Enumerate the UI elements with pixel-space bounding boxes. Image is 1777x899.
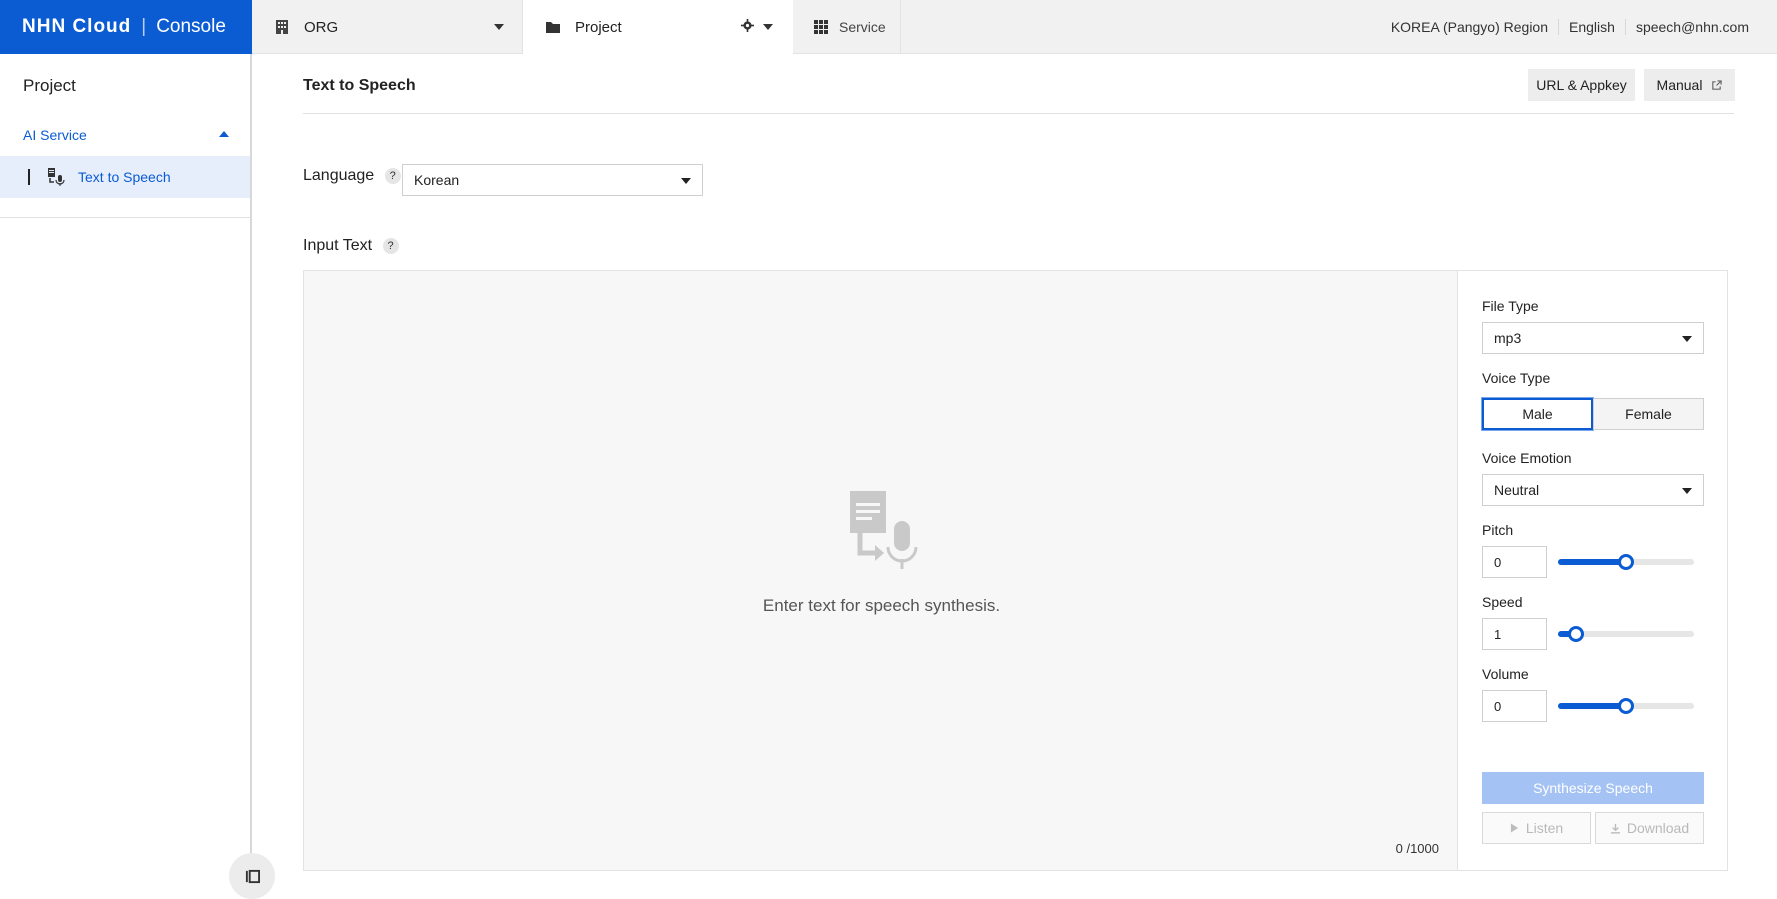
help-icon[interactable]: ? xyxy=(382,237,399,254)
file-type-select[interactable]: mp3 xyxy=(1482,322,1704,354)
speed-slider[interactable] xyxy=(1558,626,1694,642)
org-selector[interactable]: ORG xyxy=(252,0,523,54)
logo-separator: | xyxy=(141,16,147,37)
volume-slider-handle[interactable] xyxy=(1618,698,1634,714)
volume-label: Volume xyxy=(1482,666,1529,682)
input-placeholder: Enter text for speech synthesis. xyxy=(762,596,1001,615)
download-button[interactable]: Download xyxy=(1595,812,1704,844)
play-icon xyxy=(1510,823,1518,833)
speed-slider-handle[interactable] xyxy=(1567,626,1584,642)
settings-panel: File Type mp3 Voice Type Male Female Voi… xyxy=(1458,270,1728,871)
volume-input[interactable]: 0 xyxy=(1482,690,1547,722)
download-label: Download xyxy=(1626,820,1690,836)
input-text-label-row: Input Text ? xyxy=(303,237,399,255)
org-label: ORG xyxy=(304,18,339,36)
url-appkey-button[interactable]: URL & Appkey xyxy=(1528,69,1635,101)
file-type-label: File Type xyxy=(1482,298,1539,314)
help-icon[interactable]: ? xyxy=(384,167,401,184)
chevron-up-icon xyxy=(219,131,229,137)
volume-slider-fill xyxy=(1558,703,1626,709)
service-menu[interactable]: Service xyxy=(793,0,901,54)
external-link-icon xyxy=(1712,79,1723,90)
speed-input[interactable]: 1 xyxy=(1482,618,1547,650)
brand-name: NHN Cloud xyxy=(22,16,132,37)
volume-slider[interactable] xyxy=(1558,698,1694,714)
voice-female-button[interactable]: Female xyxy=(1593,398,1704,430)
listen-label: Listen xyxy=(1525,820,1564,836)
character-counter: 0 /1000 xyxy=(1395,841,1439,856)
grid-icon xyxy=(814,20,828,34)
voice-emotion-select[interactable]: Neutral xyxy=(1482,474,1704,506)
chevron-down-icon xyxy=(1682,488,1692,494)
header-divider xyxy=(303,113,1734,114)
pitch-slider-handle[interactable] xyxy=(1618,554,1634,570)
user-menu[interactable]: speech@nhn.com xyxy=(1624,19,1759,35)
pitch-input[interactable]: 0 xyxy=(1482,546,1547,578)
language-selector[interactable]: English xyxy=(1558,19,1625,35)
console-logo[interactable]: NHN Cloud | Console xyxy=(0,0,252,54)
tts-icon xyxy=(48,168,65,186)
placeholder-illustration xyxy=(304,489,1459,574)
sidebar-divider xyxy=(0,217,250,218)
manual-button[interactable]: Manual xyxy=(1644,69,1735,101)
folder-icon xyxy=(546,22,560,33)
chevron-down-icon[interactable] xyxy=(763,24,773,30)
sidebar-section-ai-service[interactable]: AI Service xyxy=(23,127,229,143)
chevron-down-icon xyxy=(681,178,691,184)
voice-emotion-value: Neutral xyxy=(1494,482,1540,498)
gear-icon[interactable] xyxy=(741,19,754,32)
pitch-label: Pitch xyxy=(1482,522,1514,538)
pitch-slider-fill xyxy=(1558,559,1626,565)
project-label: Project xyxy=(575,18,622,36)
sidebar-item-text-to-speech[interactable]: Text to Speech xyxy=(0,156,250,198)
manual-label: Manual xyxy=(1656,77,1703,93)
download-icon xyxy=(1610,823,1620,834)
active-indicator xyxy=(28,169,30,185)
file-type-value: mp3 xyxy=(1494,330,1522,346)
console-label: Console xyxy=(156,16,226,37)
building-icon xyxy=(276,20,288,34)
chevron-down-icon xyxy=(1682,336,1692,342)
synthesize-speech-button[interactable]: Synthesize Speech xyxy=(1482,772,1704,804)
sidebar: Project AI Service Text to Speech xyxy=(0,54,275,899)
language-label-row: Language ? xyxy=(303,167,401,185)
page-title: Text to Speech xyxy=(303,77,416,94)
project-selector[interactable]: Project xyxy=(523,0,793,54)
chevron-down-icon xyxy=(494,24,504,30)
tts-icon xyxy=(849,491,917,569)
sidebar-toggle-button[interactable] xyxy=(229,853,275,899)
input-textarea[interactable]: Enter text for speech synthesis. 0 /1000 xyxy=(303,270,1458,871)
top-bar: NHN Cloud | Console ORG Project Service … xyxy=(0,0,1777,54)
pitch-slider[interactable] xyxy=(1558,554,1694,570)
language-label: Language xyxy=(303,167,375,184)
listen-button[interactable]: Listen xyxy=(1482,812,1591,844)
voice-male-button[interactable]: Male xyxy=(1482,398,1593,430)
sidebar-section-label: AI Service xyxy=(23,127,87,143)
sidebar-toggle-icon xyxy=(245,869,260,883)
sidebar-title: Project xyxy=(23,76,76,95)
voice-type-label: Voice Type xyxy=(1482,370,1551,386)
service-label: Service xyxy=(839,19,886,35)
language-select[interactable]: Korean xyxy=(402,164,703,196)
voice-emotion-label: Voice Emotion xyxy=(1482,450,1572,466)
sidebar-item-label: Text to Speech xyxy=(78,169,171,185)
input-text-label: Input Text xyxy=(303,237,373,254)
region-selector[interactable]: KOREA (Pangyo) Region xyxy=(1381,19,1558,35)
language-select-value: Korean xyxy=(414,172,460,188)
top-right-menu: KOREA (Pangyo) Region English speech@nhn… xyxy=(1381,0,1759,54)
speed-label: Speed xyxy=(1482,594,1523,610)
